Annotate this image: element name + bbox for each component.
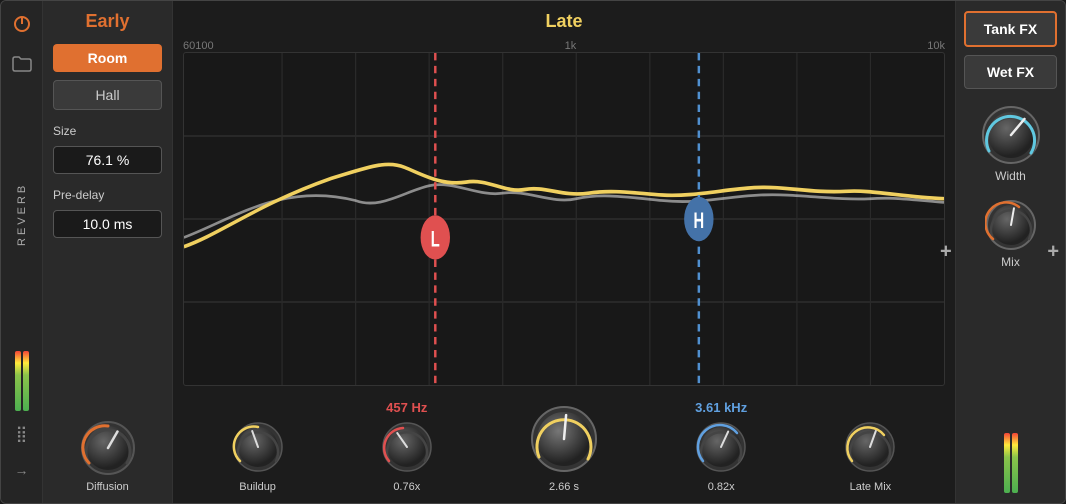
buildup-label: Buildup xyxy=(239,481,276,493)
eq-svg: L H xyxy=(184,53,944,385)
arrow-icon[interactable]: → xyxy=(9,457,35,483)
high-mult-knob[interactable] xyxy=(695,421,747,473)
output-meter-left xyxy=(1004,433,1010,493)
high-freq-display: 3.61 kHz xyxy=(695,400,747,415)
reverb-label: REVERB xyxy=(16,91,28,337)
output-meter-right xyxy=(1012,433,1018,493)
diffusion-label: Diffusion xyxy=(86,481,129,493)
power-button[interactable] xyxy=(9,11,35,37)
freq-60: 60 xyxy=(183,40,195,52)
left-sidebar: REVERB ⣿ → xyxy=(1,1,43,503)
meter-bar-left xyxy=(15,351,21,411)
late-mix-knob[interactable] xyxy=(844,421,896,473)
controls-row: Buildup 457 Hz xyxy=(173,392,955,503)
output-meters xyxy=(1004,433,1018,493)
freq-labels-row: 60 100 1k 10k xyxy=(173,36,955,52)
late-title: Late xyxy=(173,1,955,36)
low-mult-label: 0.76x xyxy=(393,481,420,493)
high-mult-label: 0.82x xyxy=(708,481,735,493)
tank-fx-button[interactable]: Tank FX xyxy=(964,11,1057,47)
decay-label: 2.66 s xyxy=(549,481,579,493)
main-area: Late 60 100 1k 10k xyxy=(173,1,955,503)
hall-button[interactable]: Hall xyxy=(53,80,162,110)
freq-100: 100 xyxy=(195,40,213,52)
decay-knob[interactable] xyxy=(530,405,598,473)
mix-group: Mix xyxy=(985,199,1037,269)
freq-10k: 10k xyxy=(927,40,945,52)
predelay-value[interactable]: 10.0 ms xyxy=(53,210,162,238)
late-mix-group: Late Mix xyxy=(844,421,896,493)
width-group: Width xyxy=(981,105,1041,183)
buildup-knob[interactable] xyxy=(232,421,284,473)
high-mult-group: 3.61 kHz 0.82x xyxy=(695,400,747,493)
low-freq-display: 457 Hz xyxy=(386,400,427,415)
early-panel: Early Room Hall Size 76.1 % Pre-delay 10… xyxy=(43,1,173,503)
right-panel: Tank FX Wet FX Width xyxy=(955,1,1065,503)
plugin-container: REVERB ⣿ → Early Room Hall Size 76.1 % P… xyxy=(0,0,1066,504)
diffusion-area: Diffusion xyxy=(53,409,162,493)
decay-group: 2.66 s xyxy=(530,405,598,493)
late-mix-label: Late Mix xyxy=(850,481,892,493)
input-meters xyxy=(15,351,29,411)
freq-1k: 1k xyxy=(565,40,577,52)
sidebar-bottom: ⣿ → xyxy=(9,351,35,493)
low-mult-group: 457 Hz 0.76x xyxy=(381,400,433,493)
folder-icon[interactable] xyxy=(9,51,35,77)
predelay-label: Pre-delay xyxy=(53,188,162,202)
width-knob[interactable] xyxy=(981,105,1041,165)
size-label: Size xyxy=(53,124,162,138)
wet-fx-button[interactable]: Wet FX xyxy=(964,55,1057,89)
grid-icon[interactable]: ⣿ xyxy=(9,421,35,447)
size-value[interactable]: 76.1 % xyxy=(53,146,162,174)
eq-display[interactable]: L H xyxy=(183,52,945,386)
plus-right-button[interactable]: + xyxy=(1047,241,1059,264)
mix-label: Mix xyxy=(1001,255,1020,269)
svg-text:H: H xyxy=(694,208,705,233)
early-title: Early xyxy=(53,11,162,36)
width-label: Width xyxy=(995,169,1026,183)
svg-text:L: L xyxy=(431,227,440,252)
buildup-group: Buildup xyxy=(232,421,284,493)
diffusion-knob[interactable] xyxy=(79,419,137,477)
plus-left-button[interactable]: + xyxy=(940,241,952,264)
low-mult-knob[interactable] xyxy=(381,421,433,473)
meter-bar-right xyxy=(23,351,29,411)
room-button[interactable]: Room xyxy=(53,44,162,72)
mix-knob[interactable] xyxy=(985,199,1037,251)
